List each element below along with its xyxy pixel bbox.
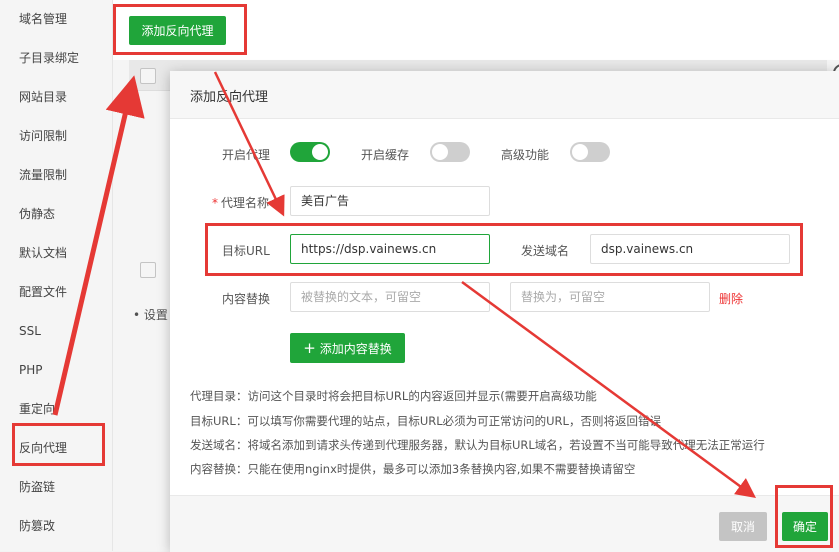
- arrow-button-to-form: [213, 71, 285, 217]
- arrow-form-to-confirm: [461, 280, 757, 498]
- annotation-arrows: [52, 71, 757, 498]
- arrow-sidebar-to-button: [52, 75, 145, 416]
